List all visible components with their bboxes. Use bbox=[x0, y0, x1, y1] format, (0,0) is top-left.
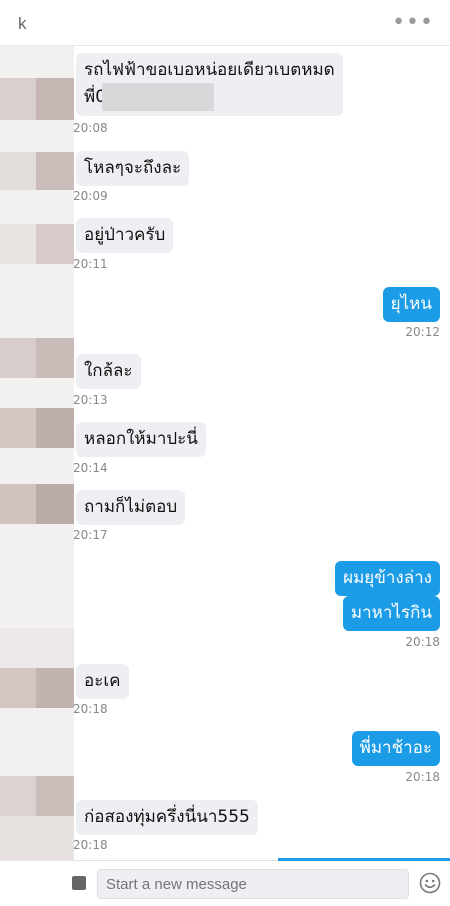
message-text: ยุไหน bbox=[390, 294, 432, 314]
message-timestamp: 20:11 bbox=[73, 257, 108, 271]
message-text: มาหาไรกิน bbox=[350, 603, 432, 623]
message-bubble-incoming[interactable]: อะเค bbox=[76, 664, 129, 699]
message-timestamp: 20:12 bbox=[405, 325, 440, 339]
message-bubble-outgoing[interactable]: ผมยุข้างล่าง bbox=[335, 561, 440, 596]
redacted-block bbox=[102, 83, 215, 111]
message-composer bbox=[0, 858, 450, 906]
message-bubble-outgoing[interactable]: มาหาไรกิน bbox=[342, 596, 440, 631]
message-bubble-incoming[interactable]: โหลๆจะถึงละ bbox=[76, 151, 190, 186]
message-timestamp: 20:13 bbox=[73, 393, 108, 407]
message-text: ก่อสองทุ่มครึ่งนี่นา555 bbox=[84, 807, 250, 827]
message-input[interactable] bbox=[97, 869, 409, 899]
more-options-icon[interactable]: ••• bbox=[392, 10, 434, 35]
emoji-icon[interactable] bbox=[419, 872, 441, 894]
message-timestamp: 20:17 bbox=[73, 528, 108, 542]
message-text: หลอกให้มาปะนี่ bbox=[84, 429, 198, 449]
message-timestamp: 20:18 bbox=[405, 770, 440, 784]
message-text: อยู่ป่าวครับ bbox=[84, 225, 166, 245]
attachment-icon[interactable] bbox=[72, 876, 86, 890]
scroll-indicator bbox=[278, 858, 450, 861]
message-bubble-incoming[interactable]: รถไฟฟ้าขอเบอหน่อยเดียวเบตหมด พี่0 bbox=[76, 53, 343, 116]
message-text: ใกล้ละ bbox=[84, 361, 133, 381]
message-text: รถไฟฟ้าขอเบอหน่อยเดียวเบตหมด bbox=[84, 60, 335, 80]
message-text: โหลๆจะถึงละ bbox=[84, 158, 182, 178]
contact-name[interactable]: k bbox=[18, 14, 27, 34]
message-text: พี่0 bbox=[84, 83, 335, 111]
message-bubble-incoming[interactable]: อยู่ป่าวครับ bbox=[76, 218, 174, 253]
message-bubble-incoming[interactable]: ถามก็ไม่ตอบ bbox=[76, 490, 186, 525]
message-bubble-incoming[interactable]: ใกล้ละ bbox=[76, 354, 141, 389]
message-text: อะเค bbox=[84, 671, 121, 691]
message-timestamp: 20:14 bbox=[73, 461, 108, 475]
message-text: พี่มาช้าอะ bbox=[359, 738, 432, 758]
message-text: ผมยุข้างล่าง bbox=[343, 568, 432, 588]
message-timestamp: 20:18 bbox=[73, 838, 108, 852]
message-bubble-outgoing[interactable]: ยุไหน bbox=[382, 287, 440, 322]
message-timestamp: 20:18 bbox=[73, 702, 108, 716]
message-timestamp: 20:09 bbox=[73, 189, 108, 203]
message-bubble-incoming[interactable]: หลอกให้มาปะนี่ bbox=[76, 422, 206, 457]
message-bubble-outgoing[interactable]: พี่มาช้าอะ bbox=[351, 731, 440, 766]
message-bubble-incoming[interactable]: ก่อสองทุ่มครึ่งนี่นา555 bbox=[76, 800, 258, 835]
message-timestamp: 20:08 bbox=[73, 121, 108, 135]
blurred-avatar-column bbox=[0, 46, 74, 860]
chat-header: k ••• bbox=[0, 0, 450, 46]
message-text: ถามก็ไม่ตอบ bbox=[84, 497, 178, 517]
message-timestamp: 20:18 bbox=[405, 635, 440, 649]
